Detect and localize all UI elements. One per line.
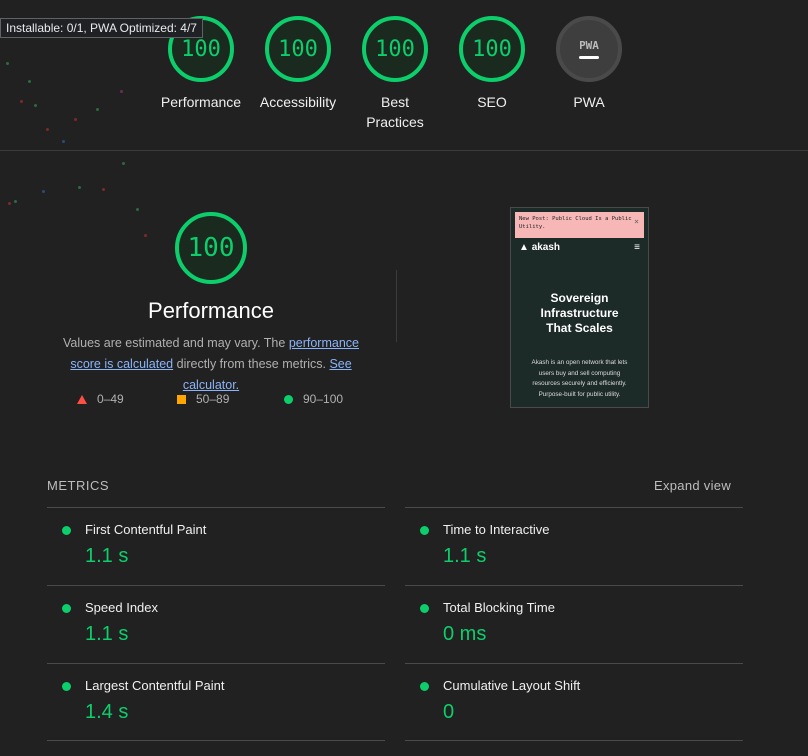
pass-circle-icon [62, 604, 71, 613]
metric-label: Speed Index [85, 600, 159, 615]
legend-range: 50–89 [196, 392, 230, 406]
metric-value: 1.4 s [85, 701, 129, 723]
brand-name: akash [531, 242, 561, 253]
pass-circle-icon [62, 526, 71, 535]
thumbnail-nav: ▲ akash ≡ [511, 238, 648, 257]
pwa-badge-text: PWA [579, 39, 599, 52]
metric-value: 1.1 s [85, 545, 129, 567]
legend-average: 50–89 [177, 392, 229, 406]
tooltip: Installable: 0/1, PWA Optimized: 4/7 [0, 18, 203, 38]
legend-range: 0–49 [97, 392, 124, 406]
metric-value: 1.1 s [443, 545, 487, 567]
thumbnail-banner: New Post: Public Cloud Is a Public Utili… [515, 212, 644, 238]
triangle-icon [77, 395, 87, 405]
metric-speed-index: Speed Index 1.1 s [47, 585, 385, 664]
score-ring: 100 [362, 16, 428, 82]
metric-label: Largest Contentful Paint [85, 678, 225, 693]
metric-value: 1.1 s [85, 623, 129, 645]
metric-value: 0 [443, 701, 455, 723]
desc-text: directly from these metrics. [173, 357, 330, 371]
pass-circle-icon [420, 604, 429, 613]
metric-cumulative-layout-shift: Cumulative Layout Shift 0 [405, 663, 743, 742]
metric-label: Time to Interactive [443, 522, 550, 537]
menu-icon: ≡ [634, 242, 640, 253]
gauge-label: Best Practices [366, 94, 424, 130]
metric-total-blocking-time: Total Blocking Time 0 ms [405, 585, 743, 664]
performance-title: Performance [148, 298, 274, 323]
score-ring: 100 [265, 16, 331, 82]
metric-label: First Contentful Paint [85, 522, 207, 537]
pwa-dash-icon [579, 56, 599, 59]
gauge-label: PWA [573, 94, 605, 110]
gauge-label: Performance [160, 94, 242, 110]
circle-icon [284, 395, 293, 405]
divider [405, 740, 743, 741]
square-icon [177, 395, 186, 405]
metric-first-contentful-paint: First Contentful Paint 1.1 s [47, 507, 385, 586]
gauge-label: Accessibility [259, 94, 337, 110]
divider [396, 270, 397, 342]
pwa-badge: PWA [556, 16, 622, 82]
gauge-label: SEO [477, 94, 507, 110]
gauge-pwa[interactable]: PWA PWA [534, 16, 644, 112]
performance-score-ring: 100 [175, 212, 247, 284]
thumbnail-headline: Sovereign Infrastructure That Scales [540, 291, 619, 335]
metric-time-to-interactive: Time to Interactive 1.1 s [405, 507, 743, 586]
close-icon: × [634, 217, 639, 226]
metric-label: Total Blocking Time [443, 600, 555, 615]
legend-range: 90–100 [303, 392, 344, 406]
gauge-best-practices[interactable]: 100 Best Practices [340, 16, 450, 132]
pass-circle-icon [420, 526, 429, 535]
gauge-seo[interactable]: 100 SEO [437, 16, 547, 112]
legend-pass: 90–100 [284, 392, 343, 406]
pass-circle-icon [420, 682, 429, 691]
gauge-accessibility[interactable]: 100 Accessibility [243, 16, 353, 112]
brand-logo: ▲ akash [519, 242, 561, 253]
pass-circle-icon [62, 682, 71, 691]
desc-text: Values are estimated and may vary. The [63, 336, 289, 350]
banner-text: New Post: Public Cloud Is a Public Utili… [519, 216, 632, 230]
divider [47, 740, 385, 741]
thumbnail-body: Akash is an open network that lets users… [531, 359, 628, 398]
metric-largest-contentful-paint: Largest Contentful Paint 1.4 s [47, 663, 385, 742]
metric-value: 0 ms [443, 623, 487, 645]
score-ring: 100 [459, 16, 525, 82]
legend-fail: 0–49 [77, 392, 124, 406]
expand-view-button[interactable]: Expand view [654, 478, 731, 493]
metric-label: Cumulative Layout Shift [443, 678, 581, 693]
final-screenshot-thumbnail[interactable]: New Post: Public Cloud Is a Public Utili… [510, 207, 649, 408]
metrics-heading: METRICS [47, 478, 109, 493]
performance-description: Values are estimated and may vary. The p… [48, 333, 374, 396]
